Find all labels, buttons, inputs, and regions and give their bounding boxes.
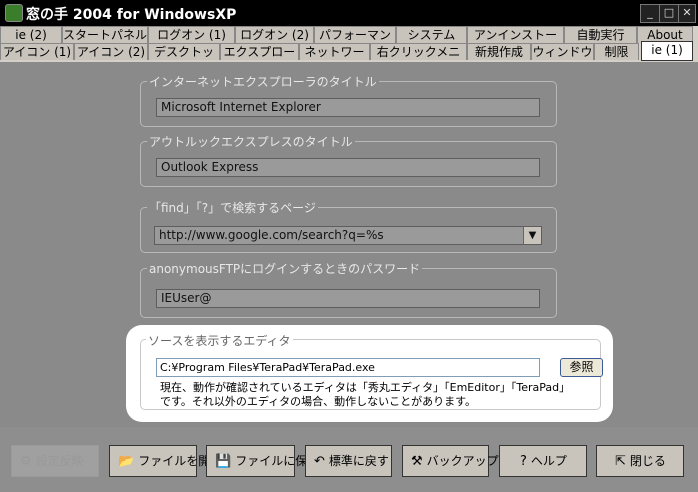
close-window-button[interactable]: ✕	[678, 4, 696, 23]
exit-icon: ⇱	[615, 454, 626, 469]
source-editor-label: ソースを表示するエディタ	[146, 332, 293, 349]
title-bar: 窓の手 2004 for WindowsXP _ □ ✕	[0, 0, 698, 26]
tab-uninstall[interactable]: アンインストール	[467, 26, 564, 59]
help-label: ヘルプ	[530, 454, 567, 468]
tab-icon-2[interactable]: アイコン (2)	[74, 43, 148, 60]
window-title: 窓の手 2004 for WindowsXP	[26, 7, 237, 23]
backup-icon: ⚒	[411, 454, 423, 469]
save-file-button[interactable]: 💾 ファイルに保存	[206, 445, 319, 477]
ftp-password-group: anonymousFTPにログインするときのパスワード IEUser@	[140, 260, 557, 318]
maximize-button[interactable]: □	[659, 4, 679, 23]
source-editor-description: 現在、動作が確認されているエディタは「秀丸エディタ」「EmEditor」「Ter…	[160, 381, 571, 408]
find-page-group: 「find」「?」で検索するページ http://www.google.com/…	[140, 199, 557, 253]
apply-settings-button[interactable]: ⚙ 設定反映	[11, 445, 99, 477]
backup-label: バックアップ	[426, 454, 499, 468]
oe-title-group: アウトルックエクスプレスのタイトル Outlook Express	[140, 133, 557, 187]
app-icon	[5, 4, 23, 22]
ftp-password-field[interactable]: IEUser@	[156, 289, 540, 308]
source-editor-highlight: ソースを表示するエディタ C:¥Program Files¥TeraPad¥Te…	[126, 325, 613, 422]
tab-explorer[interactable]: エクスプローラ	[220, 43, 299, 76]
source-editor-group: ソースを表示するエディタ C:¥Program Files¥TeraPad¥Te…	[140, 332, 603, 410]
tab-ie-2[interactable]: ie (2)	[0, 26, 62, 43]
tab-restriction[interactable]: 制限	[594, 43, 639, 60]
tab-performance[interactable]: パフォーマンス	[314, 26, 396, 59]
tab-network[interactable]: ネットワーク	[299, 43, 370, 76]
tab-new-create[interactable]: 新規作成	[467, 43, 531, 60]
oe-title-field[interactable]: Outlook Express	[156, 158, 540, 177]
help-button[interactable]: ? ヘルプ	[499, 445, 587, 477]
ie-title-field[interactable]: Microsoft Internet Explorer	[156, 98, 540, 117]
source-editor-path-field[interactable]: C:¥Program Files¥TeraPad¥TeraPad.exe	[156, 358, 540, 377]
tab-window[interactable]: ウィンドウ	[531, 43, 594, 60]
folder-open-icon: 📂	[118, 454, 135, 469]
apply-settings-label: 設定反映	[35, 454, 84, 468]
oe-title-label: アウトルックエクスプレスのタイトル	[147, 133, 355, 150]
bottom-button-bar: ⚙ 設定反映 📂 ファイルを開く 💾 ファイルに保存 ↶ 標準に戻す ⚒ バックアップ ?…	[0, 427, 698, 492]
tab-context-menu[interactable]: 右クリックメニュー	[370, 43, 467, 76]
backup-button[interactable]: ⚒ バックアップ	[402, 445, 499, 477]
tab-strip: ie (2) スタートパネル ログオン (1) ログオン (2) パフォーマンス…	[0, 26, 698, 76]
ie-title-label: インターネットエクスプローラのタイトル	[147, 73, 379, 90]
reset-default-label: 標準に戻す	[328, 454, 389, 468]
ie-title-group: インターネットエクスプローラのタイトル Microsoft Internet E…	[140, 73, 557, 127]
floppy-icon: 💾	[215, 454, 232, 469]
find-page-value: http://www.google.com/search?q=%s	[159, 228, 384, 242]
tab-logon-2[interactable]: ログオン (2)	[235, 26, 314, 43]
tab-icon-1[interactable]: アイコン (1)	[0, 43, 74, 60]
tab-system[interactable]: システム	[396, 26, 467, 43]
tab-autorun[interactable]: 自動実行	[564, 26, 637, 43]
open-file-button[interactable]: 📂 ファイルを開く	[109, 445, 222, 477]
find-page-label: 「find」「?」で検索するページ	[147, 199, 318, 216]
tab-logon-1[interactable]: ログオン (1)	[148, 26, 235, 43]
browse-button[interactable]: 参照	[560, 358, 603, 377]
close-label: 閉じる	[629, 454, 666, 468]
tab-start-panel[interactable]: スタートパネル	[62, 26, 148, 43]
tab-desktop[interactable]: デスクトップ	[148, 43, 220, 76]
ftp-password-label: anonymousFTPにログインするときのパスワード	[147, 260, 423, 277]
minimize-button[interactable]: _	[640, 4, 660, 23]
tab-ie-1[interactable]: ie (1)	[641, 41, 693, 61]
question-icon: ?	[520, 454, 527, 469]
chevron-down-icon[interactable]: ▼	[523, 227, 541, 244]
undo-icon: ↶	[314, 454, 325, 469]
reset-default-button[interactable]: ↶ 標準に戻す	[305, 445, 392, 477]
settings-icon: ⚙	[20, 454, 32, 469]
close-button[interactable]: ⇱ 閉じる	[596, 445, 684, 477]
find-page-select[interactable]: http://www.google.com/search?q=%s ▼	[154, 226, 542, 245]
